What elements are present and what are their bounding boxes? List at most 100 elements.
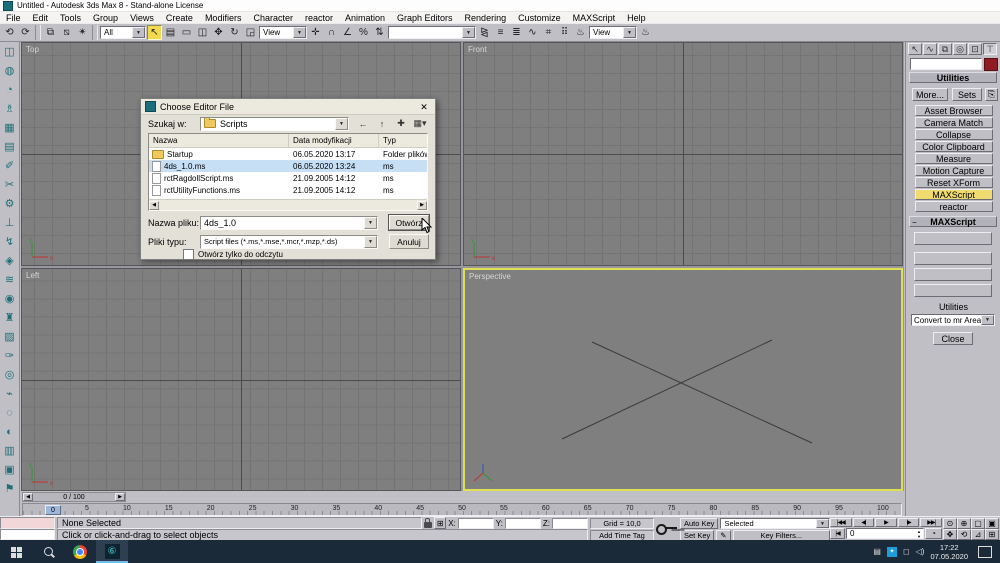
menu-item[interactable]: Help xyxy=(621,13,652,23)
utility-button[interactable]: MAXScript xyxy=(915,189,993,200)
dropdown-arrow-icon[interactable] xyxy=(364,236,377,248)
file-name-combo[interactable]: 4ds_1.0 xyxy=(200,216,378,230)
cancel-button[interactable]: Anuluj xyxy=(389,234,429,249)
reactor-tool-icon[interactable]: ⊥ xyxy=(2,213,18,232)
start-button[interactable] xyxy=(0,540,32,563)
dropdown-arrow-icon[interactable] xyxy=(623,27,636,38)
reactor-tool-icon[interactable]: ↯ xyxy=(2,232,18,251)
angle-snap-icon[interactable]: ∠ xyxy=(340,25,355,40)
reactor-tool-icon[interactable]: ◫ xyxy=(2,42,18,61)
maximize-viewport-toggle-icon[interactable]: ⊞ xyxy=(985,529,999,540)
zoom-extents-icon[interactable]: ▢ xyxy=(971,518,985,529)
taskbar-clock[interactable]: 17:22 07.05.2020 xyxy=(930,543,968,561)
menu-item[interactable]: reactor xyxy=(299,13,339,23)
motion-tab-icon[interactable]: ◎ xyxy=(953,43,967,55)
rect-selection-region-icon[interactable]: ▭ xyxy=(179,25,194,40)
viewport-label[interactable]: Front xyxy=(468,45,487,54)
utility-button[interactable]: Camera Match xyxy=(915,117,993,128)
column-header[interactable]: Nazwa xyxy=(149,134,289,147)
frame-spinner[interactable] xyxy=(915,529,923,538)
select-manipulate-icon[interactable]: ✛ xyxy=(308,25,323,40)
mirror-icon[interactable]: ⧎ xyxy=(477,25,492,40)
reactor-tool-icon[interactable]: ▨ xyxy=(2,327,18,346)
track-scroll-left-icon[interactable]: ◀ xyxy=(23,493,33,501)
object-color-swatch[interactable] xyxy=(984,58,998,71)
reactor-tool-icon[interactable]: ⌁ xyxy=(2,384,18,403)
tray-keyboard-icon[interactable]: ▤ xyxy=(873,547,881,556)
previous-frame-button[interactable]: ◀| xyxy=(853,518,875,527)
file-row[interactable]: rctRagdollScript.ms 21.09.2005 14:12 ms xyxy=(149,172,428,184)
run-script-button[interactable] xyxy=(914,284,992,297)
absolute-mode-icon[interactable]: ⊞ xyxy=(434,517,446,529)
viewport-front[interactable]: Front x y xyxy=(463,42,903,266)
reactor-tool-icon[interactable]: ▥ xyxy=(2,441,18,460)
select-rotate-icon[interactable]: ↻ xyxy=(227,25,242,40)
look-in-dropdown[interactable]: Scripts xyxy=(200,117,349,131)
reactor-tool-icon[interactable]: ≋ xyxy=(2,270,18,289)
dropdown-arrow-icon[interactable] xyxy=(981,315,994,325)
menu-item[interactable]: Animation xyxy=(339,13,391,23)
select-object-icon[interactable]: ↖ xyxy=(147,25,162,40)
file-row[interactable]: Startup 06.05.2020 13:17 Folder plików xyxy=(149,148,428,160)
sets-button[interactable]: Sets xyxy=(952,88,982,101)
taskbar-search-button[interactable] xyxy=(32,540,64,563)
more-button[interactable]: More... xyxy=(912,88,948,101)
next-frame-button[interactable]: |▶ xyxy=(898,518,920,527)
open-listener-button[interactable] xyxy=(914,232,992,245)
reactor-tool-icon[interactable]: ◍ xyxy=(2,61,18,80)
select-by-name-icon[interactable]: ▤ xyxy=(163,25,178,40)
dropdown-arrow-icon[interactable] xyxy=(462,27,475,38)
redo-icon[interactable]: ⟳ xyxy=(18,25,33,40)
reactor-tool-icon[interactable]: ✑ xyxy=(2,346,18,365)
tray-chat-icon[interactable]: ◻ xyxy=(903,547,910,556)
up-one-level-icon[interactable]: ↑ xyxy=(374,117,390,131)
dropdown-arrow-icon[interactable] xyxy=(364,217,377,229)
reactor-tool-icon[interactable]: ◎ xyxy=(2,365,18,384)
utility-button[interactable]: Measure xyxy=(915,153,993,164)
unlink-selection-icon[interactable]: ⧅ xyxy=(59,25,74,40)
reactor-tool-icon[interactable]: ◔ xyxy=(2,80,18,99)
curve-editor-icon[interactable]: ∿ xyxy=(525,25,540,40)
menu-item[interactable]: Edit xyxy=(27,13,55,23)
reactor-tool-icon[interactable]: ◈ xyxy=(2,251,18,270)
selection-lock-icon[interactable] xyxy=(424,522,432,528)
utility-button[interactable]: Reset XForm xyxy=(915,177,993,188)
reactor-tool-icon[interactable]: ♗ xyxy=(2,99,18,118)
listener-input[interactable] xyxy=(0,529,55,541)
read-only-checkbox[interactable] xyxy=(183,249,194,260)
utility-button[interactable]: Motion Capture xyxy=(915,165,993,176)
column-header[interactable]: Typ xyxy=(379,134,428,147)
zoom-icon[interactable]: ⊙ xyxy=(943,518,957,529)
key-mode-toggle-button[interactable]: |◀ xyxy=(830,528,845,539)
utilities-tab-icon[interactable]: ⊤ xyxy=(983,43,997,55)
auto-key-button[interactable]: Auto Key xyxy=(680,518,718,529)
scene-spline-shape[interactable] xyxy=(465,270,903,489)
tray-app-icon[interactable]: ✦ xyxy=(887,547,897,557)
schematic-view-icon[interactable]: ⌗ xyxy=(541,25,556,40)
y-coordinate-field[interactable] xyxy=(505,518,541,529)
close-utility-button[interactable]: Close xyxy=(933,332,973,345)
play-button[interactable]: ▶ xyxy=(875,518,897,527)
reactor-tool-icon[interactable]: ◉ xyxy=(2,289,18,308)
selection-filter-dropdown[interactable]: All xyxy=(100,26,146,39)
reference-coordinate-dropdown[interactable]: View xyxy=(259,26,307,39)
maxscript-rollout-header[interactable]: −MAXScript xyxy=(909,216,997,227)
reactor-tool-icon[interactable]: ✂ xyxy=(2,175,18,194)
dropdown-arrow-icon[interactable] xyxy=(293,27,306,38)
maxscript-mini-listener[interactable] xyxy=(0,517,55,540)
menu-item[interactable]: Customize xyxy=(512,13,567,23)
file-row[interactable]: 4ds_1.0.ms 06.05.2020 13:24 ms xyxy=(149,160,428,172)
key-selection-dropdown[interactable]: Selected xyxy=(720,518,830,529)
reactor-tool-icon[interactable]: ▤ xyxy=(2,137,18,156)
hierarchy-tab-icon[interactable]: ⧉ xyxy=(938,43,952,55)
dropdown-arrow-icon[interactable] xyxy=(132,27,145,38)
track-scroll-right-icon[interactable]: ▶ xyxy=(115,493,125,501)
reactor-tool-icon[interactable]: ◐ xyxy=(2,422,18,441)
file-type-combo[interactable]: Script files (*.ms,*.mse,*.mcr,*.mzp,*.d… xyxy=(200,235,378,249)
key-shortcut-override-icon[interactable] xyxy=(656,523,678,535)
menu-item[interactable]: Group xyxy=(87,13,124,23)
display-tab-icon[interactable]: ⊡ xyxy=(968,43,982,55)
utilities-dropdown[interactable]: Convert to mr Area Li xyxy=(911,314,995,326)
zoom-all-icon[interactable]: ⊕ xyxy=(957,518,971,529)
undo-icon[interactable]: ⟲ xyxy=(2,25,17,40)
